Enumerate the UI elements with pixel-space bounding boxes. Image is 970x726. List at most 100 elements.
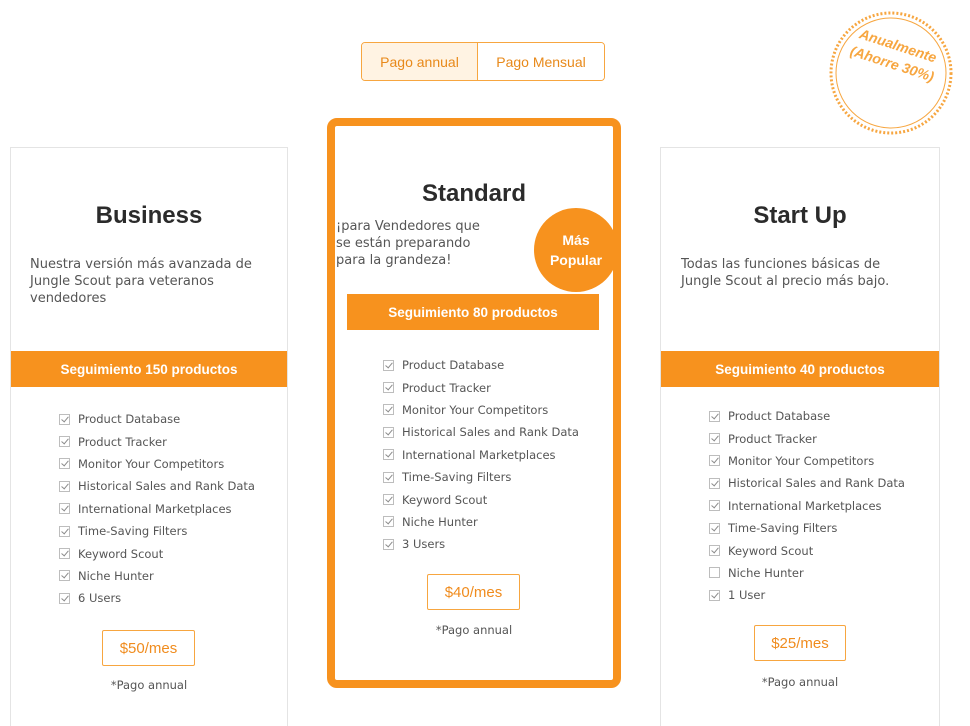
feature-label: Monitor Your Competitors (402, 402, 549, 417)
feature-label: Monitor Your Competitors (728, 453, 875, 468)
checkbox-checked-icon (383, 516, 394, 528)
feature-label: Product Database (728, 409, 831, 424)
feature-item: Keyword Scout (59, 542, 284, 564)
billing-note: *Pago annual (435, 623, 513, 637)
feature-item: International Marketplaces (383, 444, 613, 466)
plan-title: Start Up (753, 202, 847, 229)
feature-label: Time-Saving Filters (728, 521, 838, 536)
checkbox-checked-icon (383, 449, 394, 461)
plan-card-business: Business Nuestra versión más avanzada de… (10, 147, 288, 726)
badge-line-2: Popular (549, 252, 603, 268)
plan-description-line: se están preparando (336, 236, 471, 251)
feature-label: Product Tracker (728, 431, 817, 446)
plan-description-line: vendedores (30, 291, 107, 306)
feature-label: Product Database (78, 412, 181, 427)
plan-description: ¡para Vendedores que se están preparando… (336, 218, 526, 269)
checkbox-checked-icon (383, 471, 394, 483)
plan-title: Business (95, 202, 203, 229)
feature-label: Keyword Scout (402, 492, 488, 507)
checkbox-checked-icon (383, 359, 394, 371)
feature-label: 1 User (728, 588, 766, 603)
checkbox-checked-icon (59, 525, 70, 537)
feature-item: 6 Users (59, 587, 284, 609)
feature-item: Product Database (709, 405, 934, 427)
monthly-billing-tab[interactable]: Pago Mensual (478, 43, 604, 80)
feature-item: International Marketplaces (709, 495, 934, 517)
checkbox-checked-icon (59, 436, 70, 448)
feature-label: International Marketplaces (728, 498, 882, 513)
price-button[interactable]: $25/mes (754, 625, 846, 661)
billing-toggle: Pago annual Pago Mensual (361, 42, 605, 81)
feature-label: Historical Sales and Rank Data (402, 425, 579, 440)
feature-label: Niche Hunter (402, 514, 478, 529)
feature-label: Time-Saving Filters (78, 524, 188, 539)
plan-description-line: Todas las funciones básicas de (681, 257, 881, 272)
feature-label: Keyword Scout (78, 546, 164, 561)
feature-list: Product Database Product Tracker Monitor Y… (383, 354, 613, 556)
feature-label: Time-Saving Filters (402, 470, 512, 485)
billing-note: *Pago annual (110, 678, 188, 692)
feature-item: Time-Saving Filters (383, 466, 613, 488)
savings-stamp: Anualmente (Ahorre 30%) (826, 8, 956, 138)
feature-item: Product Database (59, 408, 284, 430)
feature-item: Historical Sales and Rank Data (59, 475, 284, 497)
plan-description-line: Jungle Scout para veteranos (30, 274, 214, 289)
feature-list: Product Database Product Tracker Monitor Y… (709, 405, 934, 607)
checkbox-checked-icon (709, 522, 720, 534)
feature-label: Product Database (402, 358, 505, 373)
feature-item: Niche Hunter (59, 565, 284, 587)
feature-item: Historical Sales and Rank Data (383, 421, 613, 443)
feature-label: 3 Users (402, 537, 446, 552)
checkbox-checked-icon (383, 538, 394, 550)
checkbox-checked-icon (709, 500, 720, 512)
feature-label: Historical Sales and Rank Data (78, 479, 255, 494)
feature-label: Keyword Scout (728, 543, 814, 558)
feature-item: Product Tracker (709, 427, 934, 449)
feature-item: 3 Users (383, 533, 613, 555)
checkbox-checked-icon (59, 548, 70, 560)
price-button[interactable]: $40/mes (427, 574, 520, 610)
feature-item: Keyword Scout (383, 488, 613, 510)
checkbox-checked-icon (59, 570, 70, 582)
feature-label: Product Tracker (78, 434, 167, 449)
feature-item: International Marketplaces (59, 498, 284, 520)
feature-label: International Marketplaces (78, 501, 232, 516)
feature-list: Product Database Product Tracker Monitor Y… (59, 408, 284, 610)
checkbox-checked-icon (383, 494, 394, 506)
plan-description-line: Nuestra versión más avanzada de (30, 257, 252, 272)
plan-description-line: Jungle Scout al precio más bajo. (681, 274, 890, 289)
plan-title: Standard (421, 180, 526, 207)
feature-label: 6 Users (78, 591, 122, 606)
checkbox-checked-icon (383, 426, 394, 438)
annual-billing-tab[interactable]: Pago annual (362, 43, 478, 80)
feature-item: Keyword Scout (709, 539, 934, 561)
checkbox-checked-icon (59, 480, 70, 492)
checkbox-checked-icon (709, 545, 720, 557)
price-button[interactable]: $50/mes (102, 630, 195, 666)
checkbox-checked-icon (709, 433, 720, 445)
checkbox-checked-icon (383, 404, 394, 416)
feature-item: Time-Saving Filters (709, 517, 934, 539)
checkbox-checked-icon (59, 413, 70, 425)
plan-description-line: ¡para Vendedores que (336, 219, 480, 234)
feature-item: Niche Hunter (383, 511, 613, 533)
checkbox-checked-icon (709, 455, 720, 467)
checkbox-checked-icon (709, 589, 720, 601)
checkbox-checked-icon (59, 503, 70, 515)
checkbox-checked-icon (709, 477, 720, 489)
checkbox-checked-icon (59, 592, 70, 604)
feature-item: Product Tracker (383, 376, 613, 398)
feature-item: Niche Hunter (709, 562, 934, 584)
most-popular-badge: Más Popular (534, 208, 618, 292)
feature-item: Product Tracker (59, 430, 284, 452)
feature-item: Monitor Your Competitors (59, 453, 284, 475)
feature-item: Time-Saving Filters (59, 520, 284, 542)
feature-item: Monitor Your Competitors (383, 399, 613, 421)
billing-note: *Pago annual (761, 675, 839, 689)
feature-item: 1 User (709, 584, 934, 606)
feature-label: Niche Hunter (728, 565, 804, 580)
tracking-band: Seguimiento 80 productos (347, 294, 599, 330)
feature-item: Product Database (383, 354, 613, 376)
plan-description: Nuestra versión más avanzada de Jungle S… (30, 256, 280, 307)
plan-description: Todas las funciones básicas de Jungle Sc… (681, 256, 936, 290)
